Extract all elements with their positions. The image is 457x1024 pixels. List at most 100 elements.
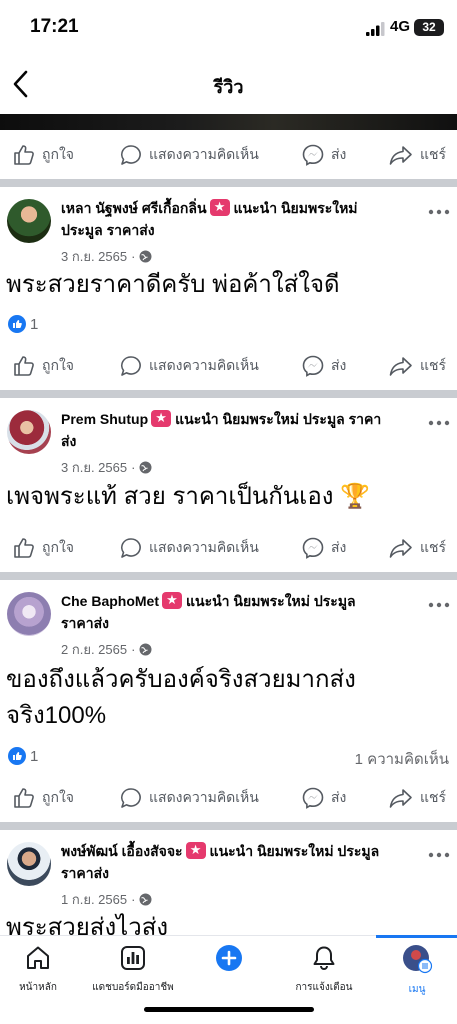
comment-label: แสดงความคิดเห็น xyxy=(149,789,259,805)
separator xyxy=(0,572,457,580)
author-name[interactable]: Prem Shutup xyxy=(61,411,148,427)
thumbs-up-icon xyxy=(14,356,34,376)
recommend-star-icon xyxy=(151,409,172,427)
network-label: 4G xyxy=(390,18,411,35)
like-label: ถูกใจ xyxy=(42,789,74,805)
like-button[interactable]: ถูกใจ xyxy=(12,524,74,572)
more-options-icon[interactable] xyxy=(428,600,450,610)
add-icon xyxy=(216,945,242,971)
send-button[interactable]: ส่ง xyxy=(301,774,346,822)
post-date[interactable]: 3 ก.ย. 2565 xyxy=(61,246,127,267)
comment-button[interactable]: แสดงความคิดเห็น xyxy=(119,524,259,572)
globe-icon xyxy=(139,250,152,263)
page-title: รีวิว xyxy=(213,77,244,97)
tab-notifications-label: การแจ้งเตือน xyxy=(295,982,353,993)
post-image[interactable] xyxy=(0,114,457,130)
post-date[interactable]: 3 ก.ย. 2565 xyxy=(61,457,127,478)
like-button[interactable]: ถูกใจ xyxy=(12,342,74,390)
like-label: ถูกใจ xyxy=(42,539,74,555)
messenger-icon xyxy=(302,144,324,166)
comment-icon xyxy=(121,356,141,376)
send-button[interactable]: ส่ง xyxy=(301,342,346,390)
share-label: แชร์ xyxy=(420,789,447,805)
messenger-icon xyxy=(302,355,324,377)
like-label: ถูกใจ xyxy=(42,357,74,373)
comment-label: แสดงความคิดเห็น xyxy=(149,539,259,555)
home-indicator xyxy=(144,1007,314,1012)
recommend-star-icon xyxy=(162,591,182,609)
menu-avatar-icon xyxy=(403,945,433,974)
post-meta: 2 ก.ย. 2565 · xyxy=(61,639,152,660)
share-label: แชร์ xyxy=(420,357,447,373)
comment-button[interactable]: แสดงความคิดเห็น xyxy=(119,131,259,179)
share-label: แชร์ xyxy=(420,539,447,555)
messenger-icon xyxy=(302,537,324,559)
separator xyxy=(0,179,457,187)
post-date[interactable]: 1 ก.ย. 2565 xyxy=(61,889,127,910)
like-reaction-icon xyxy=(8,747,26,765)
share-button[interactable]: แชร์ xyxy=(388,524,446,572)
reaction-summary[interactable]: 1 xyxy=(8,747,38,765)
active-tab-indicator xyxy=(376,935,457,938)
signal-icon xyxy=(366,22,385,36)
like-button[interactable]: ถูกใจ xyxy=(12,131,74,179)
comment-icon xyxy=(121,538,141,558)
post-meta: 3 ก.ย. 2565 · xyxy=(61,457,152,478)
tab-home[interactable]: หน้าหลัก xyxy=(8,944,68,1004)
author-name[interactable]: เหลา นัฐพงษ์ ศรีเกื้อกลิ่น xyxy=(61,200,207,216)
avatar[interactable] xyxy=(7,410,51,454)
reaction-summary[interactable]: 1 xyxy=(8,315,38,333)
thumbs-up-icon xyxy=(14,788,34,808)
separator xyxy=(0,390,457,398)
more-options-icon[interactable] xyxy=(428,850,450,860)
like-button[interactable]: ถูกใจ xyxy=(12,774,74,822)
send-label: ส่ง xyxy=(331,357,347,373)
tab-create[interactable] xyxy=(208,944,250,1004)
tab-menu[interactable]: เมนู xyxy=(392,944,442,1004)
tab-notifications[interactable]: การแจ้งเตือน xyxy=(288,944,360,1004)
post-meta: 3 ก.ย. 2565 · xyxy=(61,246,152,267)
send-label: ส่ง xyxy=(331,789,347,805)
post-header: Prem Shutupแนะนำ นิยมพระใหม่ ประมูล ราคา… xyxy=(61,408,391,452)
share-icon xyxy=(389,789,412,808)
send-button[interactable]: ส่ง xyxy=(301,524,346,572)
like-count: 1 xyxy=(30,315,39,333)
comment-icon xyxy=(121,788,141,808)
dashboard-icon xyxy=(121,946,145,970)
home-icon xyxy=(27,946,49,969)
post-action-row: ถูกใจ แสดงความคิดเห็น ส่ง แชร์ xyxy=(0,342,457,390)
like-count: 1 xyxy=(30,747,39,765)
more-options-icon[interactable] xyxy=(428,418,450,428)
tab-dashboard-label: แดชบอร์ดมืออาชีพ xyxy=(92,982,174,993)
status-time: 17:21 xyxy=(30,16,79,37)
author-name[interactable]: Che BaphoMet xyxy=(61,593,159,609)
send-label: ส่ง xyxy=(331,539,347,555)
battery-icon: 32 xyxy=(414,19,444,36)
comment-count[interactable]: 1 ความคิดเห็น xyxy=(355,747,449,771)
recommend-star-icon xyxy=(185,841,206,859)
more-options-icon[interactable] xyxy=(428,207,450,217)
avatar[interactable] xyxy=(7,592,51,636)
post-text: เพจพระแท้ สวย ราคาเป็นกันเอง 🏆 xyxy=(6,483,371,510)
comment-button[interactable]: แสดงความคิดเห็น xyxy=(119,342,259,390)
tab-menu-label: เมนู xyxy=(408,984,426,995)
post-action-row: ถูกใจ แสดงความคิดเห็น ส่ง แชร์ xyxy=(0,774,457,822)
tab-dashboard[interactable]: แดชบอร์ดมืออาชีพ xyxy=(86,944,180,1004)
comment-button[interactable]: แสดงความคิดเห็น xyxy=(119,774,259,822)
share-button[interactable]: แชร์ xyxy=(388,342,446,390)
post-action-row: ถูกใจ แสดงความคิดเห็น ส่ง แชร์ xyxy=(0,131,457,179)
share-button[interactable]: แชร์ xyxy=(388,774,446,822)
avatar[interactable] xyxy=(7,199,51,243)
share-icon xyxy=(389,539,412,558)
send-button[interactable]: ส่ง xyxy=(301,131,346,179)
share-icon xyxy=(389,146,412,165)
author-name[interactable]: พงษ์พัฒน์ เอื้องสัจจะ xyxy=(61,843,183,859)
post-meta: 1 ก.ย. 2565 · xyxy=(61,889,152,910)
separator xyxy=(0,822,457,830)
comment-icon xyxy=(121,145,141,165)
share-button[interactable]: แชร์ xyxy=(388,131,446,179)
post-date[interactable]: 2 ก.ย. 2565 xyxy=(61,639,127,660)
share-label: แชร์ xyxy=(420,146,447,162)
globe-icon xyxy=(139,893,152,906)
avatar[interactable] xyxy=(7,842,51,886)
